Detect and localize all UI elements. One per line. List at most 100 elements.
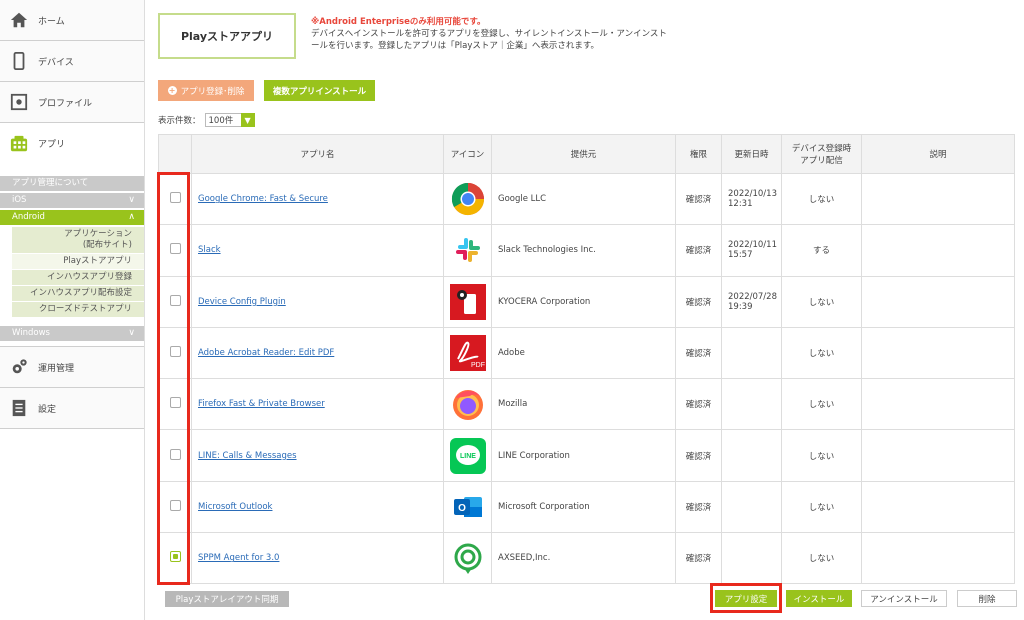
dropdown-arrow-icon: ▼ (240, 113, 255, 127)
sidebar-item-app-distribution[interactable]: アプリケーション (配布サイト) (12, 227, 144, 254)
notice-line-2: ールを行います。登録したアプリは「Playストア｜企業」へ表示されます。 (311, 41, 600, 51)
app-name-link[interactable]: Microsoft Outlook (198, 502, 272, 512)
row-checkbox-cell (158, 532, 192, 585)
about-apps-label: アプリ管理について (12, 178, 89, 188)
app-name-cell: Firefox Fast & Private Browser (191, 378, 444, 431)
delete-button[interactable]: 削除 (957, 590, 1017, 607)
header-dist-line2: アプリ配信 (800, 156, 843, 166)
distribution-cell: しない (781, 532, 862, 585)
nav-devices[interactable]: デバイス (0, 41, 144, 82)
app-name-link[interactable]: Firefox Fast & Private Browser (198, 399, 325, 409)
nav-profile[interactable]: プロファイル (0, 82, 144, 123)
table-header-row: アプリ名 アイコン 提供元 権限 更新日時 デバイス登録時 アプリ配信 説明 (158, 134, 1015, 174)
header-checkbox-col (158, 134, 192, 174)
app-name-link[interactable]: LINE: Calls & Messages (198, 451, 297, 461)
sidebar-item-ios[interactable]: iOS ∨ (0, 193, 144, 208)
app-name-cell: Google Chrome: Fast & Secure (191, 172, 444, 226)
sidebar-item-windows[interactable]: Windows ∨ (0, 326, 144, 341)
line-app-icon: LINE (449, 437, 486, 474)
sidebar-item-android[interactable]: Android ∧ (0, 210, 144, 225)
sidebar-item-inhouse-register[interactable]: インハウスアプリ登録 (12, 270, 144, 286)
nav-settings-label: 設定 (38, 404, 57, 415)
header-distribution: デバイス登録時 アプリ配信 (781, 134, 862, 174)
permission-cell: 確認済 (675, 429, 722, 482)
display-count-value: 100件 (208, 116, 234, 126)
provider-cell: KYOCERA Corporation (491, 275, 676, 328)
updated-time: 19:39 (728, 301, 753, 312)
distribution-cell: しない (781, 480, 862, 534)
description-cell (861, 480, 1015, 534)
sidebar: ホーム デバイス プロファイル アプリ アプリ管理について iOS ∨ Andro… (0, 0, 145, 620)
sidebar-item-closed-test[interactable]: クローズドテストアプリ (12, 302, 144, 318)
app-name-cell: Adobe Acrobat Reader: Edit PDF (191, 326, 444, 380)
provider-cell: Google LLC (491, 172, 676, 226)
app-name-link[interactable]: SPPM Agent for 3.0 (198, 553, 279, 563)
app-name-cell: Microsoft Outlook (191, 480, 444, 534)
adobe-acrobat-icon: PDF (449, 335, 486, 372)
permission-cell: 確認済 (675, 378, 722, 431)
install-button[interactable]: インストール (786, 590, 852, 607)
chevron-up-icon: ∧ (128, 212, 135, 222)
notice-text: ※Android Enterpriseのみ利用可能です。 デバイスへインストール… (311, 16, 681, 52)
permission-cell: 確認済 (675, 532, 722, 585)
app-setting-button[interactable]: アプリ設定 (715, 590, 777, 607)
plus-circle-icon: + (167, 86, 177, 95)
playstore-layout-sync-button[interactable]: Playストアレイアウト同期 (165, 591, 289, 607)
header-description: 説明 (861, 134, 1015, 174)
provider-cell: LINE Corporation (491, 429, 676, 482)
nav-operations[interactable]: 運用管理 (0, 347, 144, 388)
table-row: Slack Slack Technologies Inc. 確認済 2022/10/1… (158, 224, 1015, 277)
nav-apps[interactable]: アプリ (0, 123, 144, 164)
app-name-link[interactable]: Device Config Plugin (198, 297, 286, 307)
nav-home[interactable]: ホーム (0, 0, 144, 41)
updated-cell: 2022/10/13 12:31 (721, 172, 782, 226)
description-cell (861, 224, 1015, 277)
sidebar-item-about-apps[interactable]: アプリ管理について (0, 176, 144, 191)
row-checkbox[interactable] (169, 346, 181, 358)
row-checkbox[interactable] (169, 397, 181, 409)
row-checkbox[interactable] (169, 551, 181, 563)
display-count: 表示件数： 100件 ▼ (158, 113, 255, 127)
app-name-cell: Slack (191, 224, 444, 277)
header-permission: 権限 (675, 134, 722, 174)
app-name-cell: Device Config Plugin (191, 275, 444, 328)
updated-cell (721, 429, 782, 482)
row-checkbox[interactable] (169, 448, 181, 460)
app-name-link[interactable]: Slack (198, 245, 221, 255)
display-count-select[interactable]: 100件 ▼ (204, 113, 255, 127)
row-checkbox[interactable] (169, 499, 181, 511)
nav-settings[interactable]: 設定 (0, 388, 144, 429)
outlook-icon: O (453, 496, 482, 517)
row-checkbox-cell (158, 480, 192, 534)
row-checkbox-cell (158, 224, 192, 277)
updated-cell: 2022/07/28 19:39 (721, 275, 782, 328)
updated-cell (721, 326, 782, 380)
header-app-name: アプリ名 (191, 134, 444, 174)
nav-profile-label: プロファイル (38, 98, 93, 109)
sidebar-item-play-store-apps[interactable]: Playストアアプリ (12, 254, 144, 270)
distribution-cell: しない (781, 429, 862, 482)
multi-app-install-button[interactable]: 複数アプリインストール (264, 80, 375, 101)
register-delete-app-button[interactable]: + アプリ登録･削除 (158, 80, 254, 101)
row-checkbox-cell (158, 172, 192, 226)
row-checkbox[interactable] (169, 192, 181, 204)
sidebar-item-inhouse-distribution[interactable]: インハウスアプリ配布設定 (12, 286, 144, 302)
distribution-cell: しない (781, 172, 862, 226)
notice-line-1: デバイスへインストールを許可するアプリを登録し、サイレントインストール・アンイン… (311, 29, 667, 39)
row-checkbox[interactable] (169, 243, 181, 255)
row-checkbox[interactable] (169, 294, 181, 306)
permission-cell: 確認済 (675, 275, 722, 328)
distribution-cell: しない (781, 326, 862, 380)
table-row: LINE: Calls & Messages LINE LINE Corporati… (158, 429, 1015, 482)
uninstall-button[interactable]: アンインストール (861, 590, 947, 607)
app-name-link[interactable]: Google Chrome: Fast & Secure (198, 194, 328, 204)
table-row: Google Chrome: Fast & Secure Google LLC 確認… (158, 172, 1015, 226)
app-name-link[interactable]: Adobe Acrobat Reader: Edit PDF (198, 348, 334, 358)
table-row: Firefox Fast & Private Browser Mozilla 確認済… (158, 378, 1015, 431)
firefox-icon (452, 390, 483, 421)
description-cell (861, 378, 1015, 431)
provider-cell: Adobe (491, 326, 676, 380)
updated-cell (721, 480, 782, 534)
app-icon-cell: LINE (443, 429, 492, 482)
android-submenu: アプリケーション (配布サイト) Playストアアプリ インハウスアプリ登録 イ… (12, 227, 144, 318)
